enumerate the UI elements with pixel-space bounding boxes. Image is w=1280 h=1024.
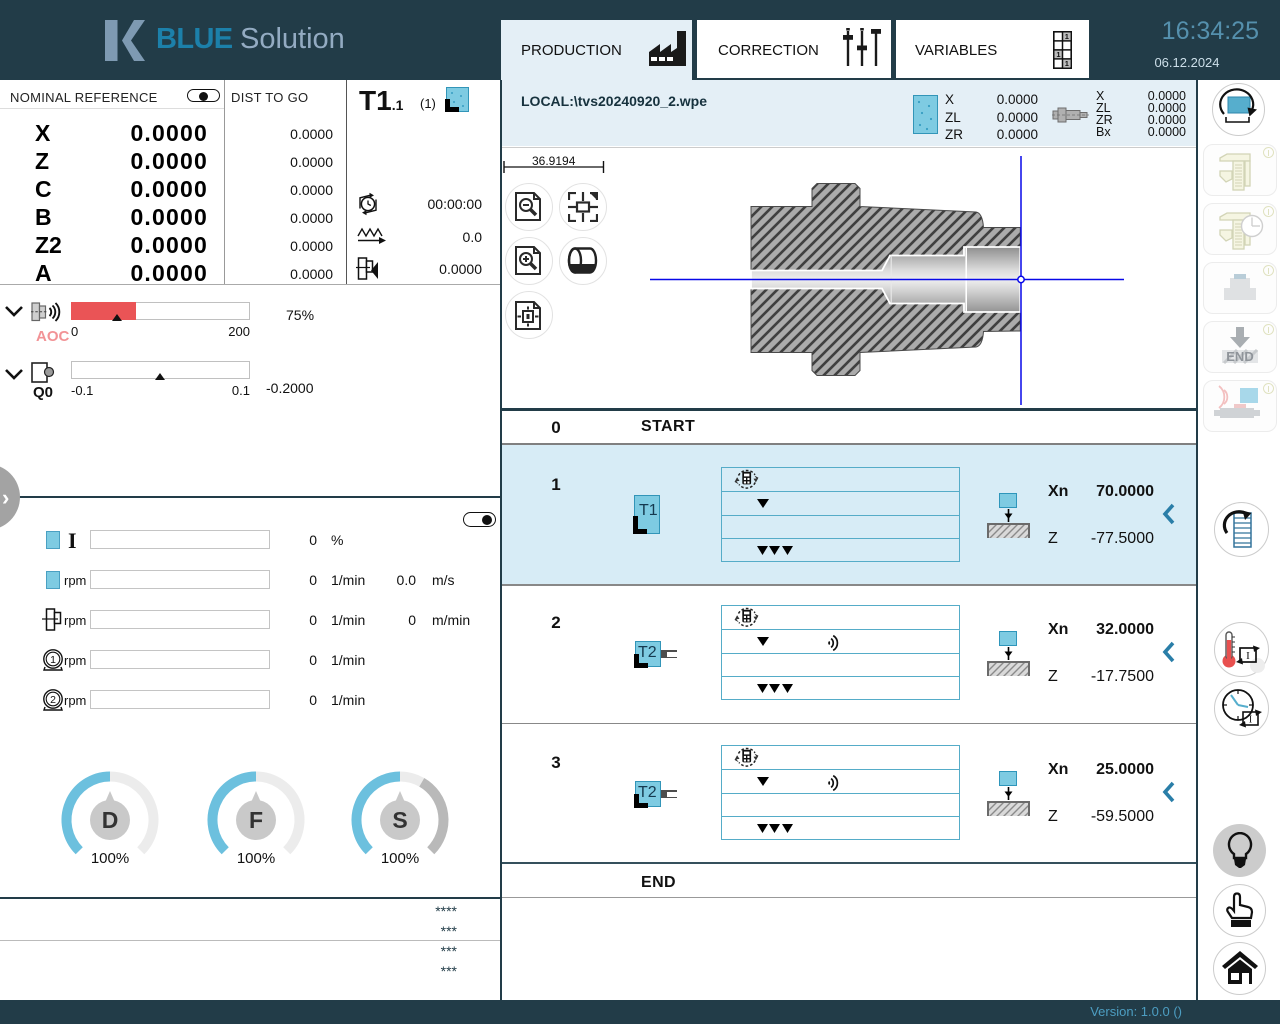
svg-text:END: END — [1226, 349, 1253, 364]
svg-text:D: D — [101, 807, 118, 833]
svg-text:I: I — [1246, 650, 1250, 662]
svg-text:2: 2 — [50, 694, 56, 706]
svg-text:1: 1 — [1056, 50, 1060, 59]
svg-text:S: S — [392, 807, 407, 833]
svg-text:F: F — [249, 807, 263, 833]
svg-text:1: 1 — [1065, 59, 1069, 68]
svg-text:I: I — [1249, 715, 1252, 726]
svg-text:1: 1 — [50, 654, 56, 666]
svg-text:1: 1 — [1065, 32, 1069, 41]
